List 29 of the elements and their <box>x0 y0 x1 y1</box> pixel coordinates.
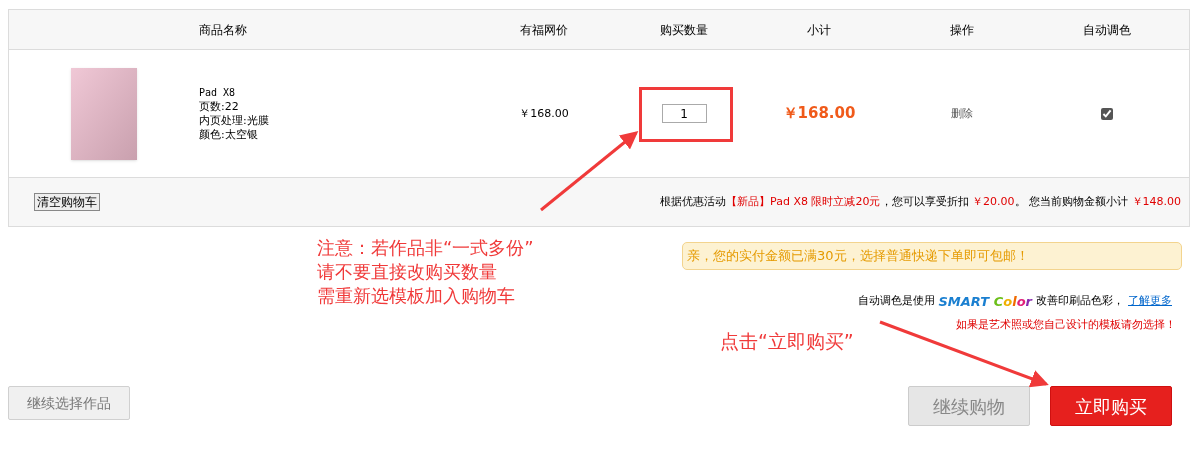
delete-link[interactable]: 删除 <box>950 107 973 121</box>
column-header: 购买数量 <box>660 22 708 37</box>
column-header: 商品名称 <box>199 22 247 37</box>
subtotal-price: ￥168.00 <box>782 104 856 123</box>
product-name: Pad X8 <box>199 85 237 100</box>
clear-cart-button[interactable]: 清空购物车 <box>34 193 100 211</box>
promo-text: 根据优惠活动【新品】Pad X8 限时立减20元，您可以享受折扣 ￥20.00。 您当前购物金额小计 ￥148.00 <box>660 193 1181 210</box>
auto-color-checkbox[interactable] <box>1100 107 1113 120</box>
product-price: ￥168.00 <box>519 107 569 121</box>
annotation-text: 需重新选模板加入购物车 <box>317 284 516 308</box>
column-header: 自动调色 <box>1082 22 1131 37</box>
buy-now-button[interactable]: 立即购买 <box>1050 386 1172 426</box>
product-attribute: 颜色:太空银 <box>199 127 259 142</box>
quantity-field[interactable]: 1 <box>661 104 707 123</box>
column-header: 有福网价 <box>520 22 568 37</box>
column-header: 小计 <box>807 22 831 37</box>
product-attribute: 内页处理:光膜 <box>199 113 270 128</box>
annotation-text: 注意：若作品非“一式多份” <box>317 236 534 260</box>
product-attribute: 页数:22 <box>199 99 240 114</box>
shipping-notice: 亲，您的实付金额已满30元，选择普通快递下单即可包邮！ <box>682 242 1182 270</box>
warning-text: 如果是艺术照或您自己设计的模板请勿选择！ <box>956 317 1176 333</box>
smart-color-logo: SMART Color <box>938 292 1032 311</box>
auto-color-description: 自动调色是使用 <box>857 293 935 309</box>
column-header: 操作 <box>949 22 974 37</box>
continue-select-button[interactable]: 继续选择作品 <box>8 386 130 420</box>
learn-more-link[interactable]: 了解更多 <box>1128 293 1172 310</box>
auto-color-description: 改善印刷品色彩， <box>1036 293 1124 309</box>
annotation-text: 请不要直接改购买数量 <box>317 260 498 284</box>
annotation-text: 点击“立即购买” <box>720 329 854 354</box>
